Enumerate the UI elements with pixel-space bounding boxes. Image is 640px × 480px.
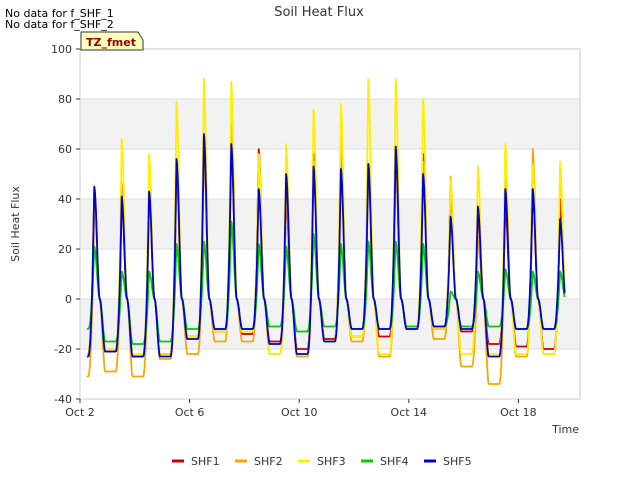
background-band [80, 49, 580, 99]
y-tick-label: -40 [54, 393, 72, 406]
x-tick-label: Oct 6 [175, 406, 205, 419]
soil-heat-flux-chart: Soil Heat Flux -40-20020406080100 Oct 2O… [9, 5, 581, 468]
x-axis-ticks: Oct 2 Oct 6 Oct 10 Oct 14 Oct 18 [65, 399, 537, 419]
y-axis-label: Soil Heat Flux [9, 186, 22, 262]
chart-title: Soil Heat Flux [274, 5, 364, 20]
x-tick-label: Oct 10 [281, 406, 318, 419]
legend-label-shf3: SHF3 [317, 455, 346, 468]
legend-label-shf1: SHF1 [191, 455, 220, 468]
background-band [80, 349, 580, 399]
x-tick-label: Oct 18 [500, 406, 537, 419]
x-tick-label: Oct 14 [391, 406, 428, 419]
tz-badge: TZ_fmet [80, 31, 144, 51]
y-tick-label: 60 [58, 143, 72, 156]
y-tick-label: 20 [58, 243, 72, 256]
legend: SHF1 SHF2 SHF3 SHF4 SHF5 [172, 455, 472, 468]
y-tick-label: 80 [58, 93, 72, 106]
legend-label-shf4: SHF4 [380, 455, 409, 468]
y-tick-label: -20 [54, 343, 72, 356]
legend-label-shf2: SHF2 [254, 455, 283, 468]
tz-badge-label: TZ_fmet [86, 36, 136, 49]
legend-label-shf5: SHF5 [443, 455, 472, 468]
x-axis-label: Time [551, 423, 579, 436]
background-band [80, 99, 580, 149]
x-tick-label: Oct 2 [65, 406, 95, 419]
y-tick-label: 40 [58, 193, 72, 206]
y-tick-label: 100 [51, 43, 72, 56]
y-axis-ticks: -40 -20 0 20 40 60 80 100 [51, 43, 80, 406]
y-tick-label: 0 [65, 293, 72, 306]
